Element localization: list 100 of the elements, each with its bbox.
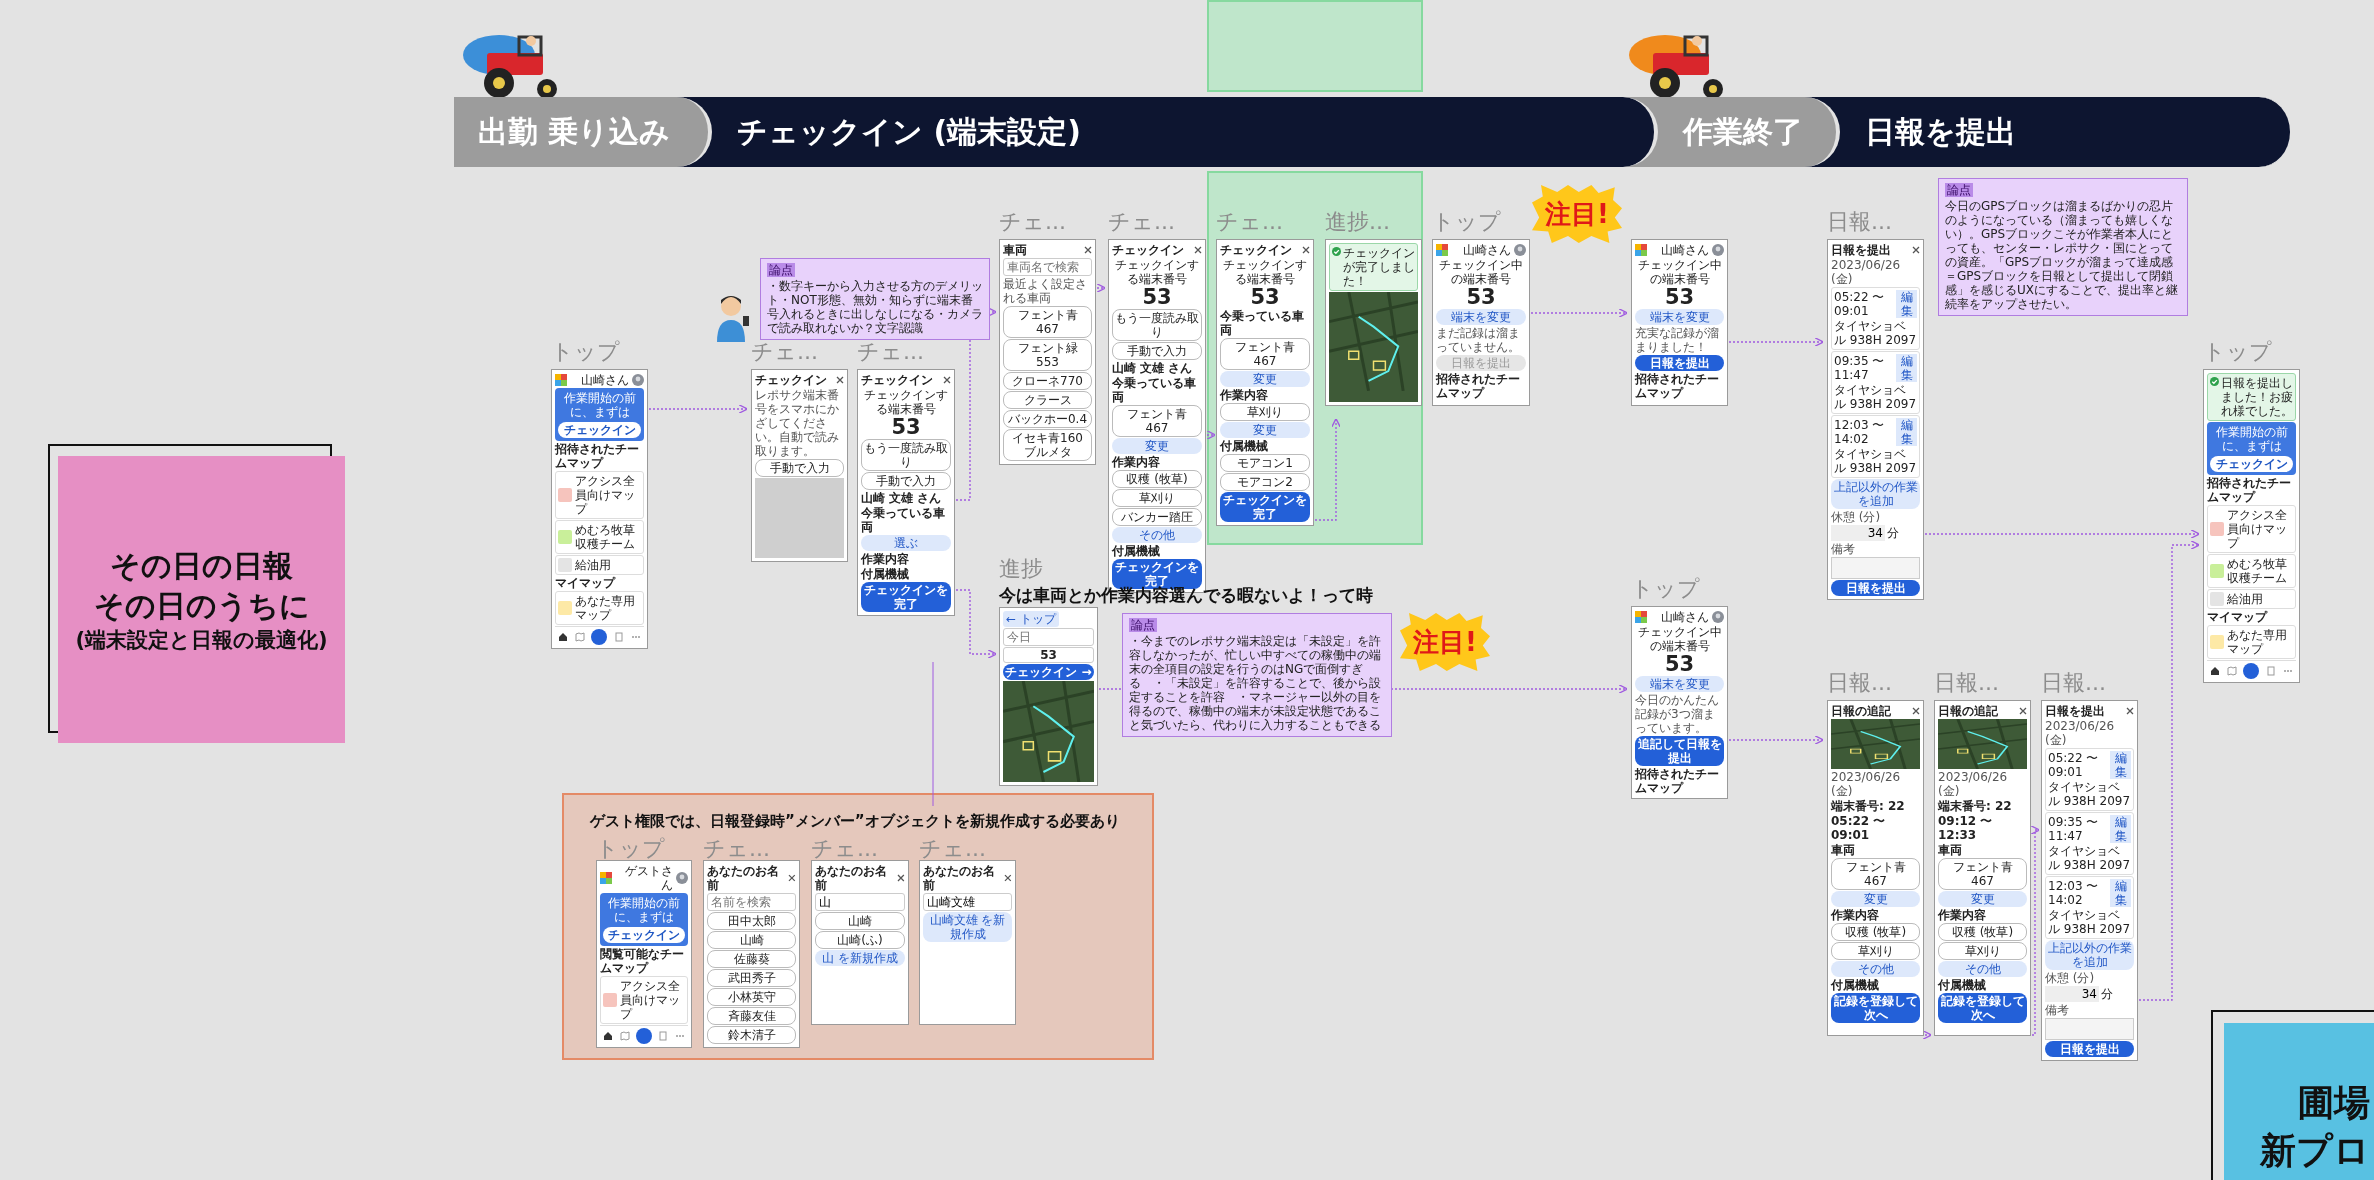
option-button[interactable]: 収穫 (牧草) [1938,923,2027,941]
secondary-button[interactable]: その他 [1112,527,1202,543]
secondary-button[interactable]: 端末を変更 [1436,309,1526,325]
secondary-button[interactable]: 変更 [1220,422,1310,438]
map-icon[interactable] [619,1031,630,1041]
primary-button[interactable]: 日報を提出 [1635,355,1724,371]
search-field[interactable]: 今日 [1003,628,1094,646]
close-icon[interactable] [1302,246,1310,254]
primary-button[interactable]: 記録を登録して次へ [1938,993,2027,1023]
option-button[interactable]: イセキ青160 ブルメタ [1003,429,1092,461]
map-list-item[interactable]: めむろ牧草収穫チーム [555,520,644,554]
map-list-item[interactable]: あなた専用マップ [555,591,644,625]
secondary-button[interactable]: 端末を変更 [1635,676,1724,692]
map-list-item[interactable]: アクシス全員向けマップ [2207,505,2296,553]
secondary-button[interactable]: 端末を変更 [1635,309,1724,325]
secondary-button[interactable]: 変更 [1938,891,2027,907]
option-button[interactable]: 佐藤葵 [707,950,796,968]
option-button[interactable]: バンカー踏圧 [1112,508,1202,526]
checkin-button[interactable]: チェックイン [603,927,685,943]
back-button[interactable]: ← トップ [1003,611,1059,627]
map-list-item[interactable]: 給油用 [555,555,644,575]
option-button[interactable]: 田中太郎 [707,912,796,930]
option-button[interactable]: 山崎 [815,912,905,930]
primary-button[interactable]: チェックイン → [1003,664,1094,680]
option-button[interactable]: 収穫 (牧草) [1831,923,1920,941]
home-icon[interactable] [558,632,569,642]
option-button[interactable]: フェント青 467 [1831,858,1920,890]
primary-button[interactable]: チェックインを完了 [861,582,951,612]
option-button[interactable]: 鈴木清子 [707,1026,796,1044]
option-button[interactable]: クラース [1003,391,1092,409]
option-button[interactable]: クローネ770 [1003,372,1092,390]
option-button[interactable]: 草刈り [1831,942,1920,960]
secondary-button[interactable]: 変更 [1220,371,1310,387]
round-button-icon[interactable] [635,1028,652,1044]
round-button-icon[interactable] [591,629,608,645]
close-icon[interactable] [1194,246,1202,254]
close-icon[interactable] [2126,707,2134,715]
option-button[interactable]: 手動で入力 [1112,342,1202,360]
option-button[interactable]: 小林英守 [707,988,796,1006]
round-button-icon[interactable] [2243,663,2260,679]
search-field[interactable]: 名前を検索 [707,893,796,911]
close-icon[interactable] [1912,246,1920,254]
close-icon[interactable] [897,874,905,882]
close-icon[interactable] [788,874,796,882]
option-button[interactable]: フェント青 467 [1938,858,2027,890]
secondary-button[interactable]: 山 を新規作成 [815,950,905,966]
minutes-field[interactable]: 34 [2045,986,2099,1002]
primary-button[interactable]: チェックインを完了 [1220,492,1310,522]
option-button[interactable]: 草刈り [1220,403,1310,421]
home-icon[interactable] [603,1031,614,1041]
edit-button[interactable]: 編集 [2110,879,2131,907]
primary-button[interactable]: 日報を提出 [2045,1041,2134,1057]
secondary-button[interactable]: 選ぶ [861,535,951,551]
memo-field[interactable] [1831,557,1920,579]
checkin-button[interactable]: チェックイン [558,422,641,438]
map-list-item[interactable]: アクシス全員向けマップ [555,471,644,519]
edit-button[interactable]: 編集 [1896,354,1917,382]
secondary-button[interactable]: 変更 [1831,891,1920,907]
option-button[interactable]: モアコン2 [1220,473,1310,491]
secondary-button[interactable]: 変更 [1112,438,1202,454]
option-button[interactable]: フェント青 467 [1003,306,1092,338]
checkin-button[interactable]: チェックイン [2210,456,2293,472]
option-button[interactable]: 山崎(ふ) [815,931,905,949]
close-icon[interactable] [943,376,951,384]
close-icon[interactable] [836,376,844,384]
memo-field[interactable] [2045,1018,2134,1040]
minutes-field[interactable]: 34 [1831,525,1885,541]
option-button[interactable]: 手動で入力 [755,459,844,477]
map-list-item[interactable]: アクシス全員向けマップ [600,976,688,1024]
secondary-button[interactable]: 上記以外の作業を追加 [2045,940,2134,970]
option-button[interactable]: モアコン1 [1220,454,1310,472]
option-button[interactable]: 武田秀子 [707,969,796,987]
secondary-button[interactable]: 山崎文雄 を新規作成 [923,912,1012,942]
map-icon[interactable] [574,632,585,642]
edit-button[interactable]: 編集 [2110,815,2131,843]
option-button[interactable]: もう一度読み取り [861,439,951,471]
option-button[interactable]: フェント青 467 [1220,338,1310,370]
search-field[interactable]: 山 [815,893,905,911]
map-list-item[interactable]: あなた専用マップ [2207,625,2296,659]
secondary-button[interactable]: その他 [1938,961,2027,977]
option-button[interactable]: バックホー0.4 [1003,410,1092,428]
option-button[interactable]: 草刈り [1112,489,1202,507]
edit-button[interactable]: 編集 [1896,290,1917,318]
option-button[interactable]: 斉藤友佳 [707,1007,796,1025]
close-icon[interactable] [1004,874,1012,882]
edit-button[interactable]: 編集 [1896,418,1917,446]
map-list-item[interactable]: めむろ牧草収穫チーム [2207,554,2296,588]
map-icon[interactable] [2226,666,2237,676]
close-icon[interactable] [2019,707,2027,715]
search-field[interactable]: 山崎文雄 [923,893,1012,911]
option-button[interactable]: フェント青 467 [1112,405,1202,437]
option-button[interactable]: 草刈り [1938,942,2027,960]
option-button[interactable]: もう一度読み取り [1112,309,1202,341]
edit-button[interactable]: 編集 [2110,751,2131,779]
option-button[interactable]: フェント緑 553 [1003,339,1092,371]
option-button[interactable]: 山崎 [707,931,796,949]
home-icon[interactable] [2210,666,2221,676]
secondary-button[interactable]: その他 [1831,961,1920,977]
primary-button[interactable]: 追記して日報を提出 [1635,736,1724,766]
map-list-item[interactable]: 給油用 [2207,589,2296,609]
